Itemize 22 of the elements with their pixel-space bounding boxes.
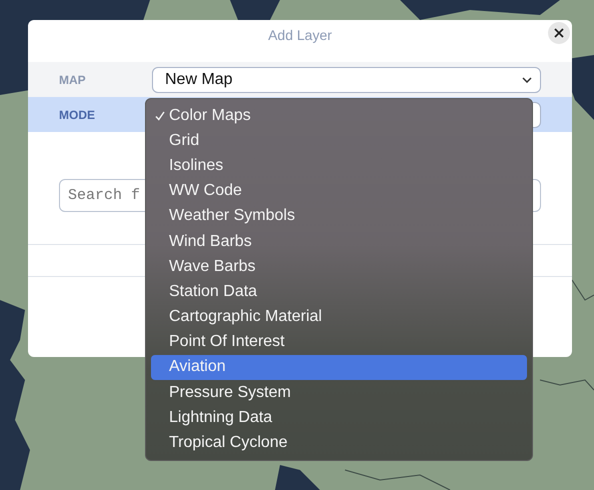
menu-option[interactable]: Station Data — [151, 279, 527, 304]
field-label: MODE — [59, 108, 96, 122]
menu-option[interactable]: Grid — [151, 128, 527, 154]
menu-option[interactable]: Pressure System — [151, 380, 527, 406]
select-field[interactable]: New Map — [152, 66, 541, 92]
menu-option[interactable]: Color Maps — [151, 103, 527, 128]
menu-option[interactable]: Isolines — [151, 153, 527, 179]
checkmark-icon — [155, 110, 165, 121]
field-label: MAP — [59, 72, 87, 86]
menu-option[interactable]: Point Of Interest — [151, 330, 527, 355]
dialog-title: Add Layer — [268, 27, 332, 43]
menu-option[interactable]: Wind Barbs — [151, 228, 527, 254]
menu-option[interactable]: Lightning Data — [151, 405, 527, 430]
close-button[interactable] — [548, 22, 570, 44]
menu-option[interactable]: Cartographic Material — [151, 304, 527, 330]
chevron-down-icon — [522, 76, 532, 82]
close-icon — [554, 28, 564, 38]
menu-option[interactable]: Tropical Cyclone — [151, 430, 527, 456]
menu-option[interactable]: WW Code — [151, 178, 527, 204]
menu-option[interactable]: Weather Symbols — [151, 204, 527, 229]
menu-option[interactable]: Aviation — [151, 354, 527, 380]
menu-option[interactable]: Wave Barbs — [151, 254, 527, 280]
